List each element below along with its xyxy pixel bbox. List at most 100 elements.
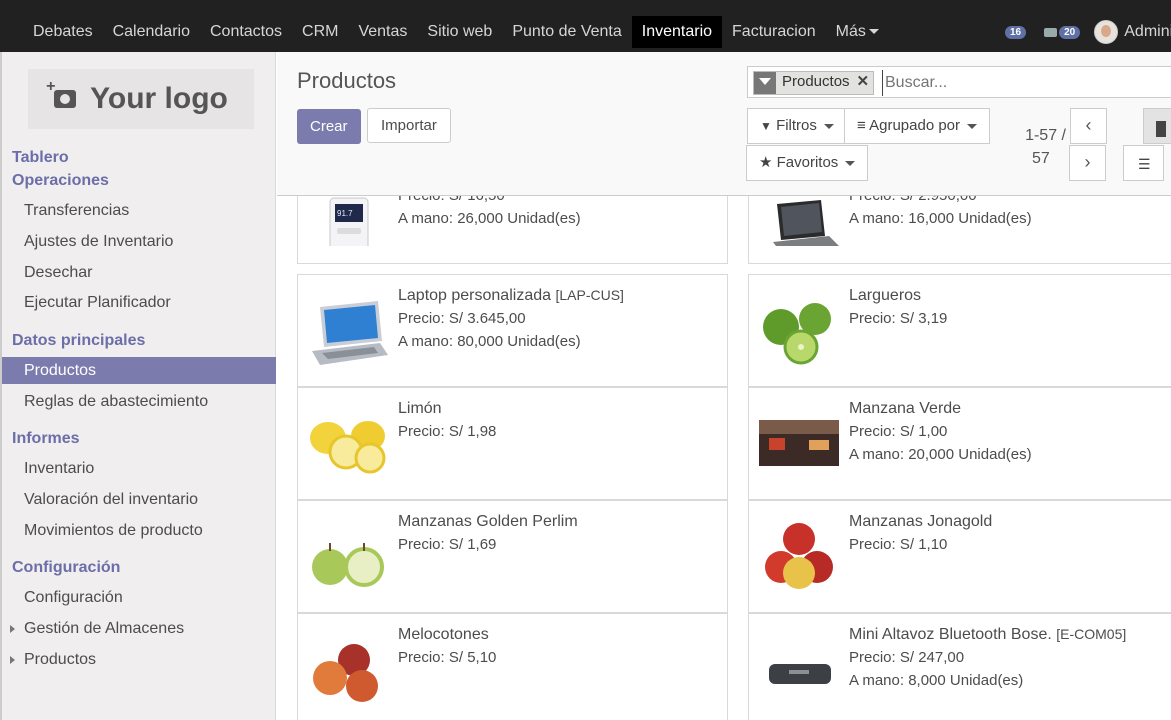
sidebar-item-reglas[interactable]: Reglas de abastecimiento (2, 388, 276, 415)
green-apples-image (312, 543, 384, 587)
product-price: Precio: S/ 1,00 (849, 423, 948, 440)
menu-crm[interactable]: CRM (292, 16, 348, 48)
sidebar-item-desechar[interactable]: Desechar (2, 259, 276, 286)
menu-inventario[interactable]: Inventario (631, 16, 723, 48)
caret-down-icon (967, 123, 978, 129)
menu-calendario[interactable]: Calendario (103, 16, 200, 48)
company-logo[interactable]: Your logo (28, 69, 254, 129)
radio-device-image: 91.7 (329, 197, 369, 246)
product-on-hand: A mano: 8,000 Unidad(es) (849, 672, 1024, 689)
product-card[interactable]: Manzanas Golden Perlim Precio: S/ 1,69 (297, 500, 728, 613)
grid-icon (1156, 121, 1166, 137)
menu-sitio-web[interactable]: Sitio web (417, 16, 502, 48)
peaches-image (313, 644, 378, 702)
sidebar: Your logo Tablero Operaciones Transferen… (0, 52, 276, 720)
product-price: Precio: S/ 2.950,00 (849, 196, 977, 204)
menu-punto-de-venta[interactable]: Punto de Venta (502, 16, 631, 48)
product-name: Largueros (849, 287, 922, 304)
list-bars-icon: ≡ (857, 117, 866, 134)
product-card[interactable]: Largueros Precio: S/ 3,19 (748, 274, 1171, 387)
product-price: Precio: S/ 1,10 (849, 536, 948, 553)
top-navbar: Debates Calendario Contactos CRM Ventas … (0, 0, 1171, 52)
product-price: Precio: S/ 1,69 (398, 536, 497, 553)
sidebar-item-productos[interactable]: Productos (2, 357, 276, 384)
sidebar-item-productos-sub-label: Productos (24, 651, 97, 668)
product-card[interactable]: Melocotones Precio: S/ 5,10 (297, 613, 728, 720)
control-panel: Productos Crear Importar Productos ✕ ▼ F… (277, 52, 1171, 196)
product-card[interactable]: Manzana Verde Precio: S/ 1,00 A mano: 20… (748, 387, 1171, 500)
sidebar-section-datos: Datos principales (12, 332, 146, 349)
logo-text: Your logo (90, 82, 228, 115)
product-name: Mini Altavoz Bluetooth Bose. [E-COM05] (849, 626, 1126, 644)
sidebar-item-movimientos[interactable]: Movimientos de producto (2, 517, 276, 544)
menu-mas-label: Más (835, 23, 866, 40)
product-price: Precio: S/ 3,19 (849, 310, 948, 327)
sidebar-item-transferencias[interactable]: Transferencias (2, 197, 276, 224)
favorites-button[interactable]: ★ Favoritos (746, 145, 869, 181)
product-code: [LAP-CUS] (555, 287, 624, 303)
kanban-view-button[interactable] (1143, 108, 1171, 144)
pager[interactable]: 1-57 / 57 (1016, 124, 1066, 170)
caret-down-icon (824, 123, 835, 129)
screenshot-image (759, 420, 839, 466)
filters-button[interactable]: ▼ Filtros (747, 108, 848, 144)
laptop-blue-image (312, 301, 388, 365)
product-name-text: Mini Altavoz Bluetooth Bose. (849, 626, 1052, 643)
sidebar-item-configuracion[interactable]: Configuración (2, 584, 276, 611)
create-button[interactable]: Crear (297, 109, 361, 144)
product-on-hand: A mano: 26,000 Unidad(es) (398, 210, 581, 227)
search-input[interactable] (882, 70, 1171, 96)
menu-debates[interactable]: Debates (23, 16, 103, 48)
product-name: Manzana Verde (849, 400, 962, 417)
list-view-button[interactable]: ☰ (1123, 145, 1164, 181)
product-name: Melocotones (398, 626, 489, 643)
facet-value: Productos (782, 73, 850, 90)
product-card[interactable]: Limón Precio: S/ 1,98 (297, 387, 728, 500)
chat-icon[interactable] (1044, 27, 1058, 37)
limes-image (763, 303, 831, 365)
product-card[interactable]: Precio: S/ 2.950,00 A mano: 16,000 Unida… (748, 196, 1171, 264)
menu-contactos[interactable]: Contactos (200, 16, 292, 48)
pager-range[interactable]: 1-57 / (1016, 124, 1066, 147)
sidebar-item-inventario[interactable]: Inventario (2, 455, 276, 482)
remove-facet-icon[interactable]: ✕ (853, 72, 874, 94)
svg-text:91.7: 91.7 (337, 209, 353, 218)
product-on-hand: A mano: 16,000 Unidad(es) (849, 210, 1032, 227)
sidebar-item-almacenes[interactable]: Gestión de Almacenes (2, 615, 276, 642)
product-card[interactable]: Laptop personalizada [LAP-CUS] Precio: S… (297, 274, 728, 387)
product-card[interactable]: Manzanas Jonagold Precio: S/ 1,10 (748, 500, 1171, 613)
product-card[interactable]: Mini Altavoz Bluetooth Bose. [E-COM05] P… (748, 613, 1171, 720)
filter-icon (754, 72, 776, 94)
sidebar-section-tablero[interactable]: Tablero (12, 149, 69, 167)
product-price: Precio: S/ 1,98 (398, 423, 497, 440)
sidebar-item-valoracion[interactable]: Valoración del inventario (2, 486, 276, 513)
app-menu: Debates Calendario Contactos CRM Ventas … (23, 16, 889, 48)
sidebar-item-planificador[interactable]: Ejecutar Planificador (2, 289, 276, 316)
user-avatar[interactable] (1094, 20, 1119, 44)
kanban-view: 91.7 Precio: S/ 16,50 A mano: 26,000 Uni… (277, 196, 1171, 720)
list-icon: ☰ (1138, 156, 1151, 172)
page-title: Productos (297, 68, 397, 93)
sidebar-item-productos-sub[interactable]: Productos (2, 646, 276, 673)
activities-badge[interactable]: 16 (1005, 25, 1027, 39)
product-name-text: Laptop personalizada (398, 287, 552, 304)
menu-mas[interactable]: Más (826, 16, 889, 48)
pager-total: 57 (1032, 150, 1050, 167)
product-name: Manzanas Jonagold (849, 513, 993, 530)
laptop-dark-image (773, 200, 839, 246)
pager-previous-button[interactable]: ‹ (1070, 108, 1107, 144)
chat-badge[interactable]: 20 (1059, 25, 1081, 39)
menu-ventas[interactable]: Ventas (348, 16, 417, 48)
search-facet: Productos ✕ (753, 71, 875, 95)
pager-next-button[interactable]: › (1069, 145, 1106, 181)
user-name[interactable]: Administ (1124, 23, 1171, 41)
sidebar-item-ajustes[interactable]: Ajustes de Inventario (2, 228, 276, 255)
systray: 16 20 Administ (1005, 16, 1171, 48)
product-card[interactable]: 91.7 Precio: S/ 16,50 A mano: 26,000 Uni… (297, 196, 728, 264)
groupby-button[interactable]: ≡ Agrupado por (844, 108, 991, 144)
menu-facturacion[interactable]: Facturacion (722, 16, 826, 48)
import-button[interactable]: Importar (367, 108, 451, 143)
product-on-hand: A mano: 20,000 Unidad(es) (849, 446, 1032, 463)
product-code: [E-COM05] (1056, 626, 1127, 642)
sidebar-section-operaciones: Operaciones (12, 172, 109, 189)
